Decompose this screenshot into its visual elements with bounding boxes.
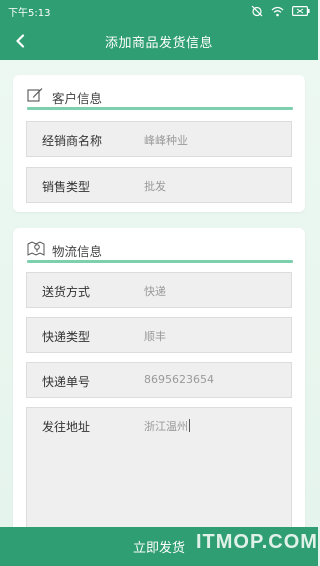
watermark: ITMOP.COM [196, 531, 318, 553]
field-label: 发往地址 [42, 420, 91, 434]
section-divider [27, 107, 293, 110]
page-title: 添加商品发货信息 [104, 35, 213, 51]
dealer-name-field[interactable]: 经销商名称 峰峰种业 [26, 121, 292, 157]
sales-type-field[interactable]: 销售类型 批发 [26, 167, 292, 203]
logistics-section-header: 物流信息 [27, 238, 293, 264]
battery-icon [292, 6, 310, 16]
status-icons [251, 5, 310, 17]
field-label: 送货方式 [42, 285, 91, 299]
delivery-method-field[interactable]: 送货方式 快递 [26, 272, 292, 308]
back-button[interactable] [10, 31, 30, 51]
logistics-section-title: 物流信息 [52, 244, 103, 259]
field-label: 快递单号 [42, 375, 91, 389]
field-label: 经销商名称 [42, 134, 103, 148]
logistics-info-card: 物流信息 送货方式 快递 快递类型 顺丰 快递单号 8695623654 发往地… [13, 228, 305, 538]
field-value: 批发 [144, 180, 166, 193]
customer-section-header: 客户信息 [27, 85, 293, 111]
edit-note-icon [27, 87, 44, 107]
field-label: 快递类型 [42, 330, 91, 344]
field-value: 顺丰 [144, 330, 166, 343]
customer-section-title: 客户信息 [52, 91, 103, 106]
destination-address-field[interactable]: 发往地址 浙江温州 [26, 407, 292, 531]
express-type-field[interactable]: 快递类型 顺丰 [26, 317, 292, 353]
alarm-off-icon [251, 5, 263, 17]
field-value: 8695623654 [144, 373, 214, 386]
customer-info-card: 客户信息 经销商名称 峰峰种业 销售类型 批发 [13, 75, 305, 212]
field-value: 峰峰种业 [144, 134, 188, 147]
tracking-number-field[interactable]: 快递单号 8695623654 [26, 362, 292, 398]
map-pin-icon [27, 240, 45, 261]
nav-bar: 添加商品发货信息 [0, 22, 318, 60]
field-value: 浙江温州 [144, 418, 190, 434]
text-cursor [189, 419, 190, 432]
section-divider [27, 260, 293, 263]
chevron-left-icon [16, 34, 25, 48]
status-time: 下午5:13 [8, 7, 51, 19]
status-bar: 下午5:13 [0, 0, 318, 22]
field-value: 快递 [144, 285, 166, 298]
wifi-icon [271, 6, 284, 17]
field-label: 销售类型 [42, 180, 91, 194]
address-text: 浙江温州 [144, 420, 188, 433]
submit-label: 立即发货 [132, 541, 185, 556]
